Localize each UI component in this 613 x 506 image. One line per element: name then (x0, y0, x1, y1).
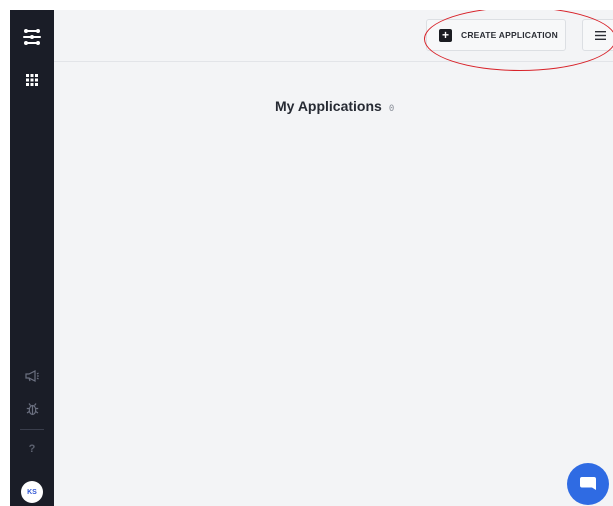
plus-square-icon: + (439, 28, 452, 42)
avatar[interactable]: KS (21, 481, 43, 503)
app-logo-icon[interactable] (10, 24, 54, 50)
grid-apps-icon[interactable] (10, 67, 54, 93)
hamburger-menu-button[interactable] (582, 19, 613, 51)
chat-bubble-icon (580, 477, 596, 490)
hamburger-menu-icon (594, 30, 606, 40)
help-button[interactable]: ? (10, 436, 54, 462)
megaphone-icon[interactable] (10, 363, 54, 389)
chat-launcher-button[interactable] (567, 463, 609, 505)
application-count: 0 (388, 104, 395, 114)
top-bar: + CREATE APPLICATION (54, 10, 613, 62)
avatar-initials: KS (27, 488, 37, 496)
page-title-text: My Applications (275, 98, 382, 114)
create-application-button[interactable]: + CREATE APPLICATION (426, 19, 566, 51)
create-application-label: CREATE APPLICATION (461, 30, 558, 40)
page-title: My Applications 0 (275, 98, 394, 114)
bug-icon[interactable] (10, 396, 54, 422)
sidebar-divider (20, 429, 44, 430)
app-window: ? KS + CREATE APPLICATION My Application… (10, 10, 613, 506)
help-label: ? (28, 443, 36, 455)
sidebar: ? KS (10, 10, 54, 506)
